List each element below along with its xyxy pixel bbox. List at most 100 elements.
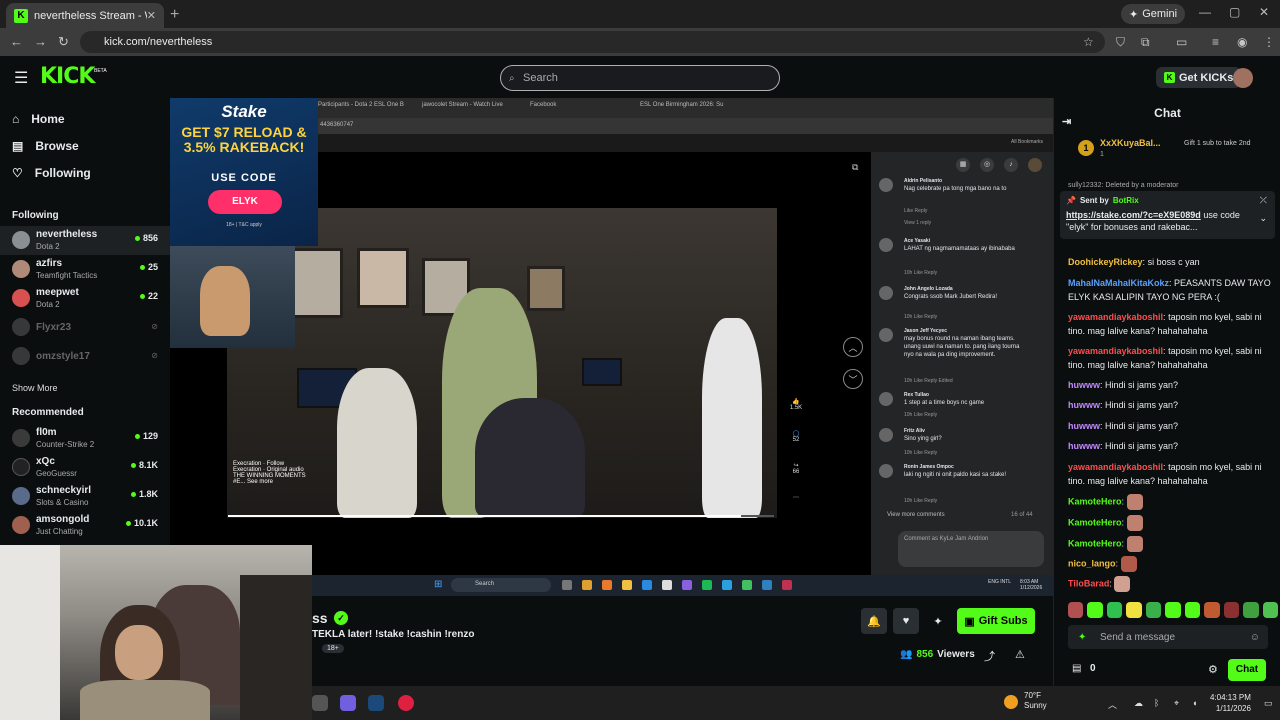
channel-item[interactable]: nevertheless Dota 2 856 [0,226,170,255]
channel-item[interactable]: meepwet Dota 2 22 [0,284,170,313]
onedrive-icon[interactable]: ☁ [1134,698,1143,709]
forward-icon[interactable]: → [34,34,47,49]
user-avatar[interactable] [1233,68,1253,88]
emote-icon[interactable] [1087,602,1103,618]
media-player-icon[interactable] [398,695,414,711]
emote-icon [1126,515,1143,531]
streamer-name[interactable]: ss [312,610,328,626]
emote-icon[interactable] [1068,602,1084,618]
rank-badge: 1 [1078,140,1094,156]
chat-message: MahalNaMahalKitaKokz: PEASANTS DAW TAYO … [1068,278,1271,302]
app-icon [602,580,612,590]
gifter-name[interactable]: XxXKuyaBal... [1100,138,1161,148]
report-icon[interactable]: ⚠ [1015,648,1025,661]
windows-taskbar: 70°F Sunny ︿ ☁ ᛒ ⌖ ◖ 4:04:13 PM 1/11/202… [312,686,1280,720]
like-action: 👍 1.5K [789,399,803,411]
channel-item[interactable]: amsongold Just Chatting 10.1K [0,511,170,540]
bookmark-star-icon[interactable]: ☆ [1083,35,1094,49]
gift-subs-button[interactable]: ▣ Gift Subs [957,608,1035,634]
steam-icon[interactable] [368,695,384,711]
emote-icon[interactable] [1184,602,1201,618]
notifications-icon[interactable]: ▭ [1264,698,1273,709]
person [337,368,417,518]
home-icon: ⌂ [12,112,20,126]
chevron-down-icon[interactable]: ⌄ [1259,213,1267,224]
sidebar-item-following[interactable]: ♡ Following [12,166,91,180]
hamburger-menu-icon[interactable]: ☰ [14,68,28,88]
chat-message: huwww: Hindi si jams yan? [1068,400,1179,410]
live-dot-icon [134,433,140,439]
gemini-button[interactable]: ✦ Gemini [1121,4,1186,24]
channel-item[interactable]: xQc GeoGuessr 8.1K [0,453,170,482]
new-tab-button[interactable]: + [170,6,179,24]
nav-label: Home [31,112,65,126]
menu-icon[interactable]: ⋮ [1263,35,1275,49]
sidebar-item-browse[interactable]: ▤ Browse [12,139,79,153]
back-icon[interactable]: ← [10,34,23,49]
kick-logo[interactable]: KICK [40,64,95,89]
cast-icon[interactable]: ▭ [1176,35,1187,49]
weather-widget[interactable]: 70°F Sunny [1024,691,1047,711]
channel-item[interactable]: fl0m Counter-Strike 2 129 [0,424,170,453]
emoji-icon[interactable]: ☺ [1250,632,1260,643]
channel-name: fl0m [36,427,57,438]
unpin-icon[interactable]: ⤫ [1260,195,1267,206]
channel-item[interactable]: schneckyirl Slots & Casino 1.8K [0,482,170,511]
app-icon [742,580,752,590]
bluetooth-icon[interactable]: ᛒ [1154,698,1159,708]
close-tab-icon[interactable]: ✕ [147,9,156,22]
video-player[interactable]: Participants - Dota 2 ESL One B jawocole… [170,98,1053,596]
show-more-link[interactable]: Show More [12,383,58,393]
emote-icon[interactable] [1243,602,1259,618]
sparkle-button[interactable]: ✦ [925,608,951,634]
system-clock[interactable]: 4:04:13 PM 1/11/2026 [1210,692,1251,714]
tray-chevron-icon[interactable]: ︿ [1108,698,1117,711]
gift-note: Gift 1 sub to take 2nd [1184,140,1251,147]
emote-icon[interactable] [1106,602,1123,618]
emote-icon[interactable] [1262,602,1278,618]
gift-icon: ▣ [964,615,975,628]
emote-icon[interactable] [1223,602,1240,618]
sidebar-item-home[interactable]: ⌂ Home [12,112,65,126]
channel-item[interactable]: omzstyle17 ⊘ [0,342,170,371]
browser-tab[interactable]: K nevertheless Stream - Watch Li ✕ [6,3,164,28]
send-chat-button[interactable]: Chat [1228,659,1266,681]
pinned-message[interactable]: 📌 Sent by BotRix https://stake.com/?c=eX… [1060,191,1275,239]
browser-address-bar: ← → ↻ kick.com/nevertheless ☆ ⛉ ⧉ ▭ ≡ ◉ … [0,28,1280,56]
emote-icon[interactable] [1145,602,1162,618]
get-kicks-button[interactable]: K Get KICKs [1156,67,1242,88]
gear-icon[interactable]: ⚙ [1208,663,1218,676]
volume-icon[interactable]: ◖ [1192,698,1197,708]
minimize-icon[interactable]: — [1199,5,1211,19]
maximize-icon[interactable]: ▢ [1229,5,1240,19]
channel-item[interactable]: azfirs Teamfight Tactics 25 [0,255,170,284]
extensions-icon[interactable]: ⧉ [1141,35,1150,50]
discord-icon[interactable] [340,695,356,711]
channel-item[interactable]: Flyxr23 ⊘ [0,313,170,342]
channel-game: Just Chatting [36,527,83,536]
deleted-message: sully12332: Deleted by a moderator [1068,182,1179,189]
emote-icon [1126,494,1143,510]
notification-bell-button[interactable]: 🔔 [861,608,887,634]
search-input[interactable]: ⌕ Search [500,65,780,91]
app-icon[interactable] [312,695,328,711]
shield-icon[interactable]: ⛉ [1116,35,1125,50]
network-icon[interactable]: ⌖ [1174,698,1179,709]
emote-icon[interactable] [1126,602,1142,618]
share-icon[interactable]: ⤴ [984,648,995,664]
playlist-icon[interactable]: ≡ [1212,35,1219,49]
live-dot-icon [130,491,136,497]
url-field[interactable]: kick.com/nevertheless [80,31,1105,53]
chat-input[interactable]: ✦ Send a message ☺ [1068,625,1268,649]
stake-ad-banner[interactable]: Stake GET $7 RELOAD & 3.5% RAKEBACK! USE… [170,98,318,246]
pinned-link[interactable]: https://stake.com/?c=eX9E089d [1066,210,1201,220]
kicks-wallet-icon[interactable]: ▤ [1072,663,1081,674]
person [702,318,762,518]
emote-icon[interactable] [1165,602,1181,618]
follow-heart-button[interactable]: ♥ [893,608,919,634]
close-window-icon[interactable]: ✕ [1259,5,1269,19]
emote-icon[interactable] [1204,602,1220,618]
profile-icon[interactable]: ◉ [1237,35,1247,49]
channel-name: xQc [36,456,55,467]
reload-icon[interactable]: ↻ [58,34,69,50]
